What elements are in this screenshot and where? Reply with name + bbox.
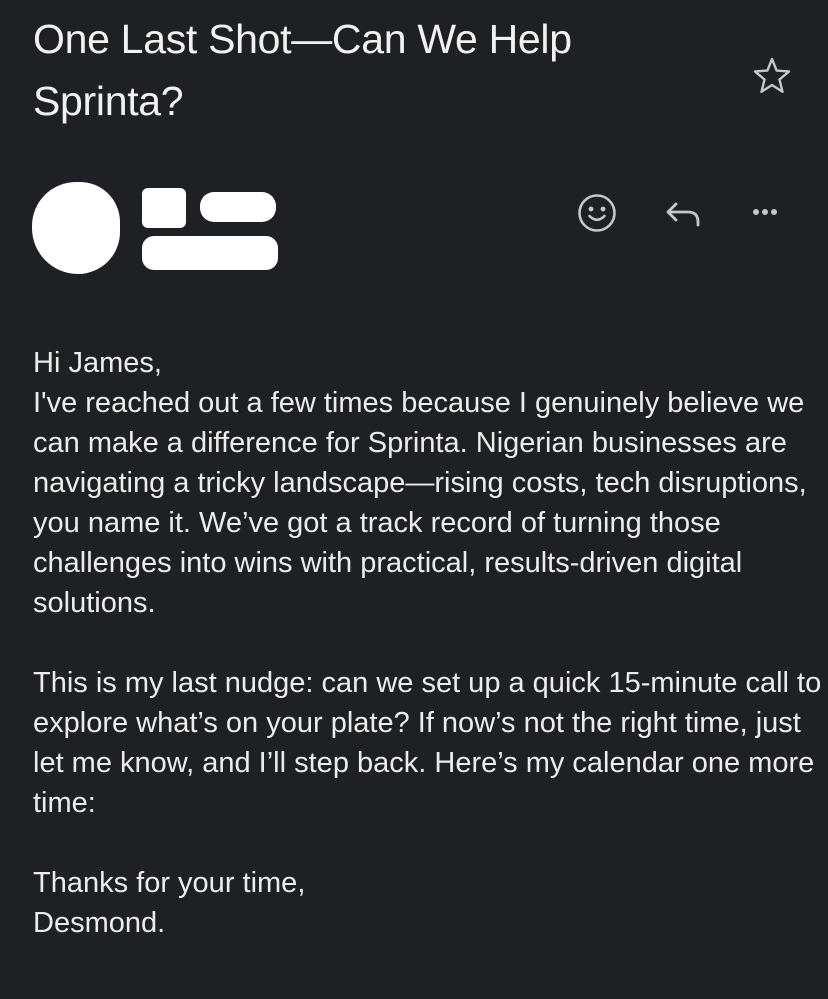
email-paragraph-1: I've reached out a few times because I g…: [33, 387, 807, 619]
email-subject: One Last Shot—Can We Help Sprinta?: [33, 16, 572, 124]
email-signature: Desmond.: [33, 907, 166, 939]
sender-name-redacted: [142, 188, 186, 228]
more-options-button[interactable]: [742, 190, 788, 236]
email-greeting: Hi James,: [33, 347, 162, 379]
sender-avatar-redacted[interactable]: [32, 182, 120, 274]
emoji-reaction-button[interactable]: [574, 190, 620, 236]
reply-icon: [666, 202, 700, 227]
star-button[interactable]: [752, 56, 792, 96]
more-horizontal-icon: [753, 209, 777, 215]
star-outline-icon: [753, 57, 791, 93]
email-signoff: Thanks for your time,: [33, 867, 306, 899]
email-body: Hi James, I've reached out a few times b…: [33, 343, 823, 943]
sender-name-redacted-2: [200, 192, 276, 222]
email-paragraph-2: This is my last nudge: can we set up a q…: [33, 667, 822, 819]
sender-detail-redacted[interactable]: [142, 236, 278, 270]
reply-button[interactable]: [660, 190, 706, 236]
message-actions: [572, 190, 802, 236]
emoji-reaction-icon: [578, 194, 616, 232]
